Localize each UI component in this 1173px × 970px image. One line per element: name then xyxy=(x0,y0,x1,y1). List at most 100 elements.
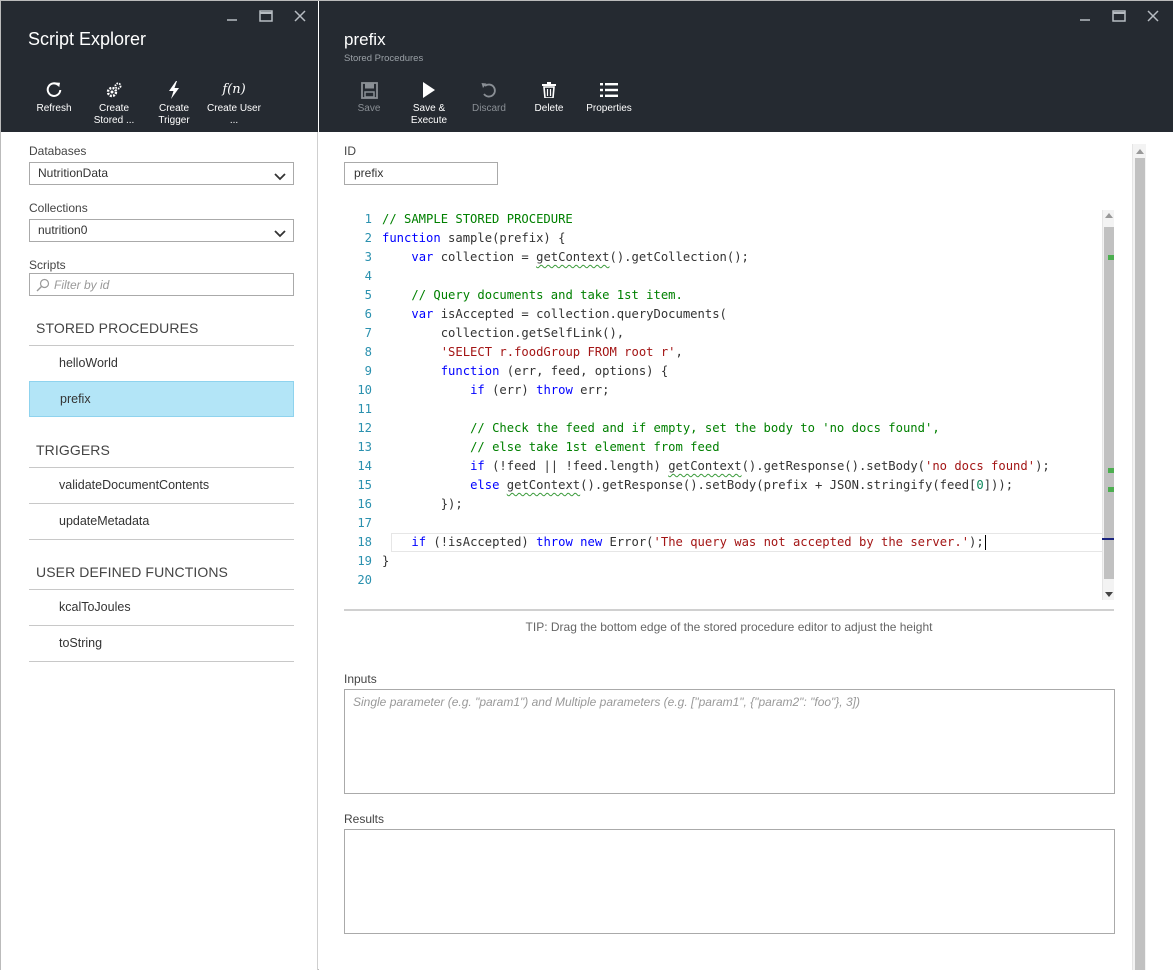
delete-button[interactable]: Delete xyxy=(519,79,579,127)
collections-dropdown[interactable]: nutrition0 xyxy=(29,219,294,242)
code-line: 5 // Query documents and take 1st item. xyxy=(344,286,1114,305)
script-explorer-blade: Script Explorer Refresh Create Stored ..… xyxy=(1,1,318,970)
close-icon[interactable] xyxy=(1143,7,1163,25)
scroll-up-arrow-icon[interactable] xyxy=(1136,149,1144,154)
code-line: 4 xyxy=(344,267,1114,286)
overview-marker xyxy=(1108,468,1114,473)
create-stored-procedure-label: Create Stored ... xyxy=(93,103,135,126)
portal-window: Script Explorer Refresh Create Stored ..… xyxy=(0,0,1173,970)
code-line: 20 xyxy=(344,571,1114,590)
line-number: 16 xyxy=(357,497,372,511)
line-number: 19 xyxy=(357,554,372,568)
scripts-label: Scripts xyxy=(29,258,66,272)
discard-label: Discard xyxy=(472,103,506,114)
id-field[interactable]: prefix xyxy=(344,162,498,185)
function-icon: f(n) xyxy=(222,82,246,97)
blade-title: prefix xyxy=(344,30,386,49)
scripts-filter-input[interactable] xyxy=(54,276,284,293)
line-number: 11 xyxy=(357,402,372,416)
code-line: 14 if (!feed || !feed.length) getContext… xyxy=(344,457,1114,476)
close-icon[interactable] xyxy=(290,7,310,25)
minimize-icon[interactable] xyxy=(1075,7,1095,25)
trash-icon xyxy=(519,79,579,101)
maximize-icon[interactable] xyxy=(256,7,276,25)
blade-scrollbar-thumb[interactable] xyxy=(1135,158,1145,970)
create-trigger-label: Create Trigger xyxy=(158,103,190,126)
collections-label: Collections xyxy=(29,201,88,215)
undo-icon xyxy=(459,79,519,101)
gears-icon xyxy=(84,79,144,101)
code-line: 9 function (err, feed, options) { xyxy=(344,362,1114,381)
code-line: 13 // else take 1st element from feed xyxy=(344,438,1114,457)
save-label: Save xyxy=(357,103,381,114)
create-stored-procedure-button[interactable]: Create Stored ... xyxy=(84,79,144,127)
list-item-kcaltojoules[interactable]: kcalToJoules xyxy=(29,590,294,626)
code-line: 12 // Check the feed and if empty, set t… xyxy=(344,419,1114,438)
maximize-icon[interactable] xyxy=(1109,7,1129,25)
create-user-defined-function-button[interactable]: f(n) Create User ... xyxy=(204,79,264,127)
editor-resize-handle[interactable] xyxy=(344,609,1114,611)
editor-scrollbar[interactable] xyxy=(1102,210,1114,600)
section-triggers: TRIGGERS xyxy=(29,432,294,468)
refresh-icon xyxy=(24,79,84,101)
code-line: 17 xyxy=(344,514,1114,533)
code-line: 2 function sample(prefix) { xyxy=(344,229,1114,248)
create-trigger-button[interactable]: Create Trigger xyxy=(144,79,204,127)
save-and-execute-button[interactable]: Save & Execute xyxy=(399,79,459,127)
editor-scrollbar-thumb[interactable] xyxy=(1104,227,1114,579)
line-number: 17 xyxy=(357,516,372,530)
id-label: ID xyxy=(344,144,356,158)
overview-marker xyxy=(1108,487,1114,492)
line-number: 18 xyxy=(357,535,372,549)
inputs-textarea[interactable] xyxy=(345,690,1114,793)
code-line: 3 var collection = getContext().getColle… xyxy=(344,248,1114,267)
code-line: 19} xyxy=(344,552,1114,571)
section-user-defined-functions: USER DEFINED FUNCTIONS xyxy=(29,554,294,590)
refresh-button[interactable]: Refresh xyxy=(24,79,84,127)
scroll-down-arrow-icon[interactable] xyxy=(1105,592,1113,597)
results-label: Results xyxy=(344,812,385,826)
line-number: 4 xyxy=(364,269,372,283)
results-textarea[interactable] xyxy=(345,830,1114,933)
collections-selected-value: nutrition0 xyxy=(38,223,88,237)
window-controls xyxy=(1075,7,1163,25)
play-icon xyxy=(399,79,459,101)
databases-label: Databases xyxy=(29,144,87,158)
code-line: 16 }); xyxy=(344,495,1114,514)
properties-button[interactable]: Properties xyxy=(579,79,639,127)
save-button[interactable]: Save xyxy=(339,79,399,127)
code-line: 8 'SELECT r.foodGroup FROM root r', xyxy=(344,343,1114,362)
scroll-up-arrow-icon[interactable] xyxy=(1105,213,1113,218)
create-user-defined-function-label: Create User ... xyxy=(207,103,261,126)
list-item-updatemetadata[interactable]: updateMetadata xyxy=(29,504,294,540)
line-number: 5 xyxy=(364,288,372,302)
databases-dropdown[interactable]: NutritionData xyxy=(29,162,294,185)
stored-procedure-command-bar: Save Save & Execute Discard Delete Prope… xyxy=(339,79,639,127)
list-item-tostring[interactable]: toString xyxy=(29,626,294,662)
code-editor[interactable]: 1// SAMPLE STORED PROCEDURE 2 function sa… xyxy=(344,208,1114,600)
save-and-execute-label: Save & Execute xyxy=(410,103,448,126)
blade-scrollbar[interactable] xyxy=(1132,144,1146,970)
blade-title: Script Explorer xyxy=(28,29,147,49)
list-item-helloworld[interactable]: helloWorld xyxy=(29,346,294,382)
search-icon xyxy=(36,278,50,297)
list-icon xyxy=(579,79,639,101)
line-number: 12 xyxy=(357,421,372,435)
blade-subtitle: Stored Procedures xyxy=(344,53,424,64)
line-number: 10 xyxy=(357,383,372,397)
line-number: 13 xyxy=(357,440,372,454)
list-item-validatedocumentcontents[interactable]: validateDocumentContents xyxy=(29,468,294,504)
tip-text: TIP: Drag the bottom edge of the stored … xyxy=(525,620,933,634)
script-explorer-command-bar: Refresh Create Stored ... Create Trigger xyxy=(24,79,264,127)
stored-procedure-header: prefix Stored Procedures Save Save & Exe… xyxy=(319,1,1173,132)
list-item-prefix[interactable]: prefix xyxy=(29,381,294,417)
section-stored-procedures: STORED PROCEDURES xyxy=(29,310,294,346)
scripts-filter-field[interactable] xyxy=(29,273,294,296)
chevron-down-icon xyxy=(274,225,286,246)
code-line: 6 var isAccepted = collection.queryDocum… xyxy=(344,305,1114,324)
discard-button[interactable]: Discard xyxy=(459,79,519,127)
results-box xyxy=(344,829,1115,934)
chevron-down-icon xyxy=(274,168,286,189)
minimize-icon[interactable] xyxy=(222,7,242,25)
inputs-box xyxy=(344,689,1115,794)
